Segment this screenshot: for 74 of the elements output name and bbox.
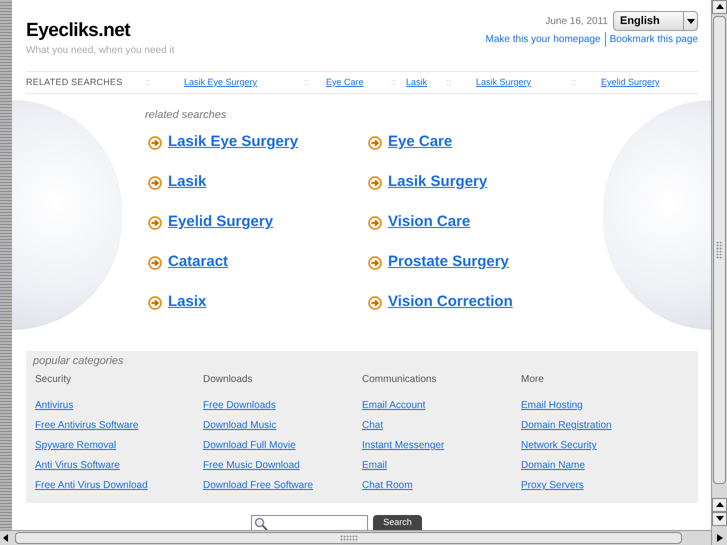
date-text: June 16, 2011 bbox=[545, 14, 608, 28]
category-link[interactable]: Proxy Servers bbox=[521, 480, 584, 491]
arrow-circle-icon bbox=[368, 136, 382, 150]
separator-text: :: bbox=[571, 76, 578, 89]
scroll-down-icon[interactable] bbox=[712, 512, 727, 526]
category-link[interactable]: Free Downloads bbox=[203, 400, 276, 411]
search-link[interactable]: Cataract bbox=[168, 251, 228, 274]
search-link[interactable]: Vision Care bbox=[388, 211, 470, 234]
search-button[interactable]: Search bbox=[373, 514, 422, 530]
horizontal-scrollbar[interactable] bbox=[0, 530, 711, 545]
category-link[interactable]: Email bbox=[362, 460, 388, 471]
search-link[interactable]: Lasik Eye Surgery bbox=[168, 131, 298, 154]
category-link[interactable]: Free Antivirus Software bbox=[35, 420, 138, 431]
category-heading: Communications bbox=[362, 373, 438, 387]
category-link[interactable]: Antivirus bbox=[35, 400, 74, 411]
caret-icon bbox=[686, 18, 694, 24]
category-link[interactable]: Domain Registration bbox=[521, 420, 612, 431]
search-link[interactable]: Vision Correction bbox=[388, 291, 513, 314]
scroll-thumb[interactable] bbox=[713, 16, 726, 484]
scroll-up-icon[interactable] bbox=[712, 0, 727, 14]
arrow-circle-icon bbox=[148, 296, 162, 310]
scroll-up-icon[interactable] bbox=[712, 498, 727, 512]
search-link[interactable]: Lasik Surgery bbox=[388, 171, 488, 194]
category-link[interactable]: Spyware Removal bbox=[35, 440, 116, 451]
search-link[interactable]: Prostate Surgery bbox=[388, 251, 509, 274]
related-link[interactable]: Lasik Eye Surgery bbox=[184, 76, 304, 90]
header-link[interactable]: Bookmark this page bbox=[604, 32, 698, 47]
separator-text: :: bbox=[304, 76, 310, 89]
search-icon bbox=[254, 516, 268, 530]
related-link[interactable]: Lasik Surgery bbox=[476, 76, 571, 90]
arrow-circle-icon bbox=[148, 216, 162, 230]
section-title: related searches bbox=[145, 108, 228, 123]
category-link[interactable]: Download Music bbox=[203, 420, 276, 431]
category-link[interactable]: Network Security bbox=[521, 440, 597, 451]
vertical-scrollbar[interactable] bbox=[711, 0, 727, 545]
category-link[interactable]: Free Music Download bbox=[203, 460, 300, 471]
arrow-circle-icon bbox=[368, 296, 382, 310]
category-link[interactable]: Email Account bbox=[362, 400, 426, 411]
search-link[interactable]: Lasik bbox=[168, 171, 206, 194]
site-title: Eyecliks.net bbox=[26, 20, 132, 42]
separator-text: :: bbox=[145, 76, 152, 89]
related-link[interactable]: Eye Care bbox=[326, 76, 391, 90]
category-link[interactable]: Domain Name bbox=[521, 460, 585, 471]
category-heading: Downloads bbox=[203, 373, 254, 387]
separator-text: :: bbox=[446, 76, 452, 89]
arrow-circle-icon bbox=[148, 256, 162, 270]
section-title: popular categories bbox=[33, 354, 125, 368]
category-link[interactable]: Email Hosting bbox=[521, 400, 583, 411]
category-link[interactable]: Download Full Movie bbox=[203, 440, 296, 451]
related-label: RELATED SEARCHES bbox=[26, 76, 124, 89]
search-link[interactable]: Lasix bbox=[168, 291, 206, 314]
arrow-circle-icon bbox=[368, 256, 382, 270]
arrow-circle-icon bbox=[148, 176, 162, 190]
category-link[interactable]: Chat bbox=[362, 420, 384, 431]
related-link[interactable]: Eyelid Surgery bbox=[601, 76, 681, 90]
separator-text: :: bbox=[391, 76, 398, 89]
category-heading: More bbox=[521, 373, 545, 387]
scroll-thumb[interactable] bbox=[15, 532, 682, 544]
arrow-circle-icon bbox=[368, 176, 382, 190]
tagline: What you need, when you need it bbox=[26, 44, 174, 58]
category-link[interactable]: Free Anti Virus Download bbox=[35, 480, 148, 491]
arrow-circle-icon bbox=[368, 216, 382, 230]
language-select[interactable]: English bbox=[613, 11, 698, 31]
arrow-circle-icon bbox=[148, 136, 162, 150]
category-link[interactable]: Chat Room bbox=[362, 480, 413, 491]
category-link[interactable]: Anti Virus Software bbox=[35, 460, 120, 471]
search-field[interactable] bbox=[251, 514, 368, 530]
related-link[interactable]: Lasik bbox=[406, 76, 446, 90]
header-link[interactable]: Make this your homepage bbox=[486, 32, 601, 47]
search-link[interactable]: Eyelid Surgery bbox=[168, 211, 274, 234]
search-link[interactable]: Eye Care bbox=[388, 131, 452, 154]
category-link[interactable]: Download Free Software bbox=[203, 480, 314, 491]
category-link[interactable]: Instant Messenger bbox=[362, 440, 444, 451]
category-heading: Security bbox=[35, 373, 72, 387]
